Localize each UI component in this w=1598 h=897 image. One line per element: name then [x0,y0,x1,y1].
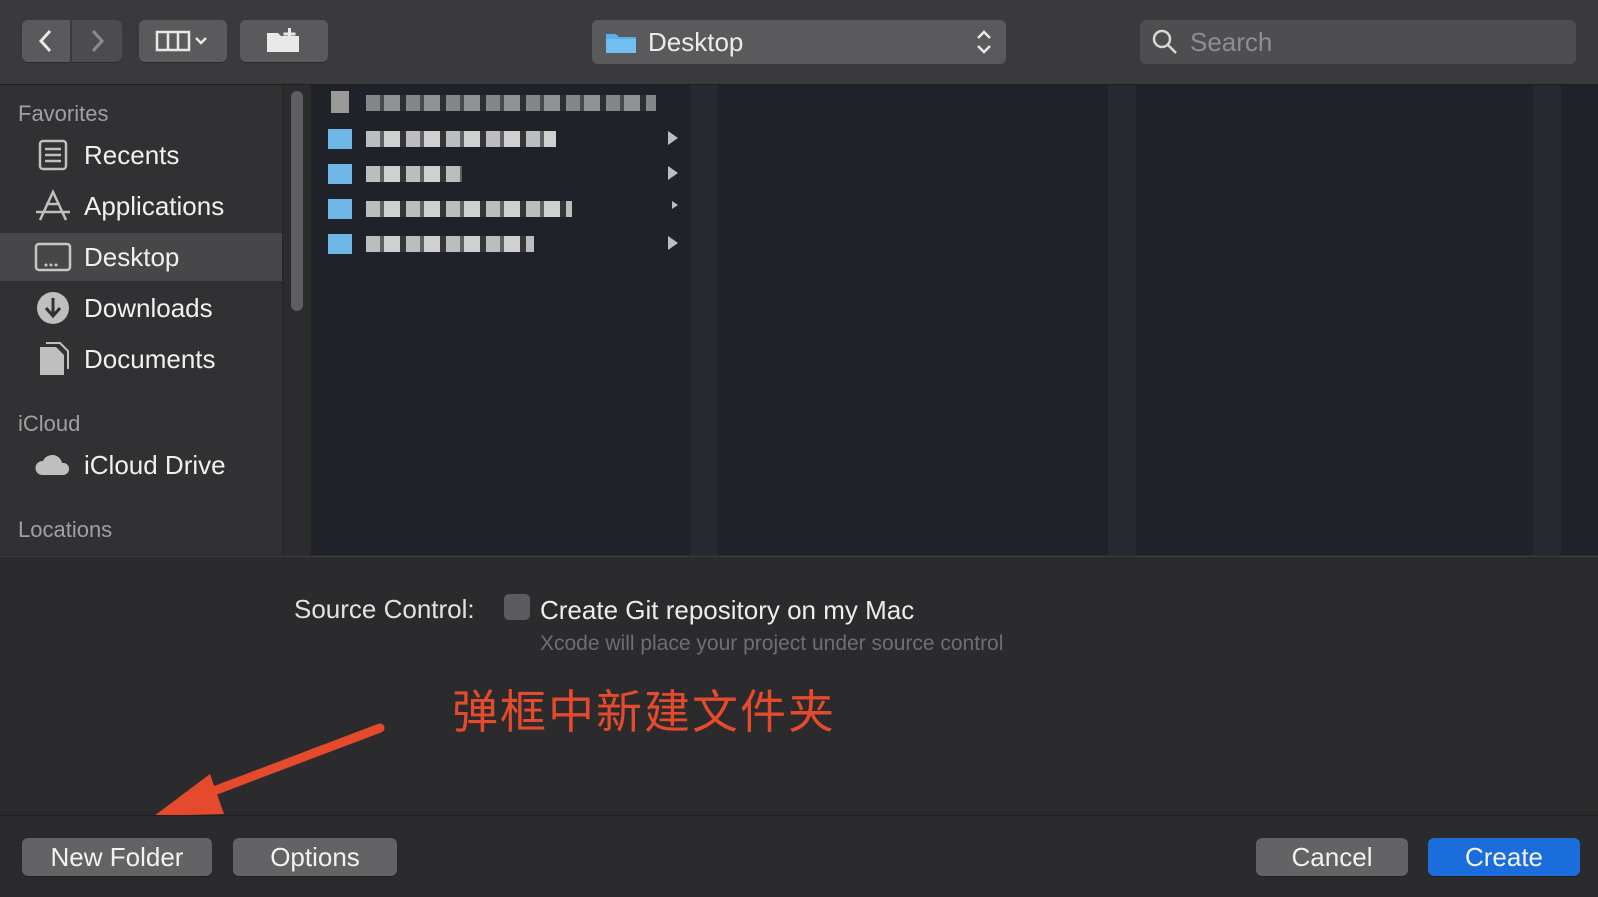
file-browser [283,85,1598,555]
scroll-thumb[interactable] [291,91,303,311]
sidebar-item-desktop[interactable]: Desktop [0,233,282,281]
disclosure-triangle [668,166,678,180]
redacted-filename [366,131,556,147]
sidebar: Favorites Recents Applications Desktop D… [0,85,283,555]
new-folder-toolbar-button[interactable] [240,20,328,62]
sidebar-item-label: Documents [84,343,216,374]
browser-column-1 [312,85,690,555]
recents-icon [34,136,72,174]
location-label: Desktop [648,26,744,57]
list-item[interactable] [322,125,682,155]
document-icon [331,91,349,113]
folder-icon [606,34,636,53]
column-divider[interactable] [1533,85,1561,555]
sidebar-item-icloud-drive[interactable]: iCloud Drive [0,441,282,489]
options-button[interactable]: Options [233,838,397,876]
search-icon [1152,29,1177,54]
annotation-text: 弹框中新建文件夹 [452,685,836,739]
sidebar-item-recents[interactable]: Recents [0,131,282,179]
sidebar-item-label: Desktop [84,241,180,272]
disclosure-triangle [668,236,678,250]
sidebar-item-label: iCloud Drive [84,449,226,480]
column-divider[interactable] [690,85,718,555]
list-item[interactable] [322,89,682,119]
scrollbar[interactable] [283,85,311,555]
folder-icon [328,164,352,184]
redacted-filename [366,236,534,252]
location-popup[interactable]: Desktop [592,20,1006,64]
sidebar-item-label: Downloads [84,292,213,323]
save-dialog: Desktop Favorites Recents [0,0,1598,897]
annotation-arrow-icon [154,723,385,816]
desktop-icon [34,238,72,276]
documents-icon [34,340,72,378]
forward-button[interactable] [72,20,122,62]
chevron-right-icon [91,29,105,53]
new-folder-button[interactable]: New Folder [22,838,212,876]
applications-icon [34,187,72,225]
view-mode-button[interactable] [139,20,227,62]
list-item[interactable] [322,195,682,225]
list-item[interactable] [322,230,682,260]
create-button[interactable]: Create [1428,838,1580,876]
locations-header: Locations [18,517,113,542]
toolbar: Desktop [0,0,1598,85]
search-input[interactable] [1188,25,1552,59]
back-button[interactable] [22,20,70,62]
sidebar-item-label: Recents [84,139,180,170]
chevron-left-icon [38,29,52,53]
source-control-hint: Xcode will place your project under sour… [540,632,1004,655]
folder-icon [328,234,352,254]
cancel-button[interactable]: Cancel [1256,838,1408,876]
sidebar-item-label: Applications [84,190,225,221]
redacted-filename [366,166,462,182]
favorites-header: Favorites [18,101,109,126]
source-control-label: Source Control: [294,594,475,624]
alias-arrow [672,201,678,209]
search-field[interactable] [1140,20,1576,64]
disclosure-triangle [668,131,678,145]
folder-plus-icon [267,28,299,52]
chevron-updown-icon [977,30,991,54]
list-item[interactable] [322,160,682,190]
git-repo-checkbox-label[interactable]: Create Git repository on my Mac [540,595,914,626]
column-view-icon [155,30,207,52]
cloud-icon [34,446,72,484]
folder-icon [328,199,352,219]
downloads-icon [34,289,72,327]
redacted-filename [366,95,656,111]
sidebar-item-documents[interactable]: Documents [0,335,282,383]
sidebar-item-applications[interactable]: Applications [0,182,282,230]
git-repo-checkbox[interactable] [504,594,530,620]
icloud-header: iCloud [18,411,81,436]
column-divider[interactable] [1108,85,1136,555]
folder-icon [328,129,352,149]
redacted-filename [366,201,572,217]
sidebar-item-downloads[interactable]: Downloads [0,284,282,332]
